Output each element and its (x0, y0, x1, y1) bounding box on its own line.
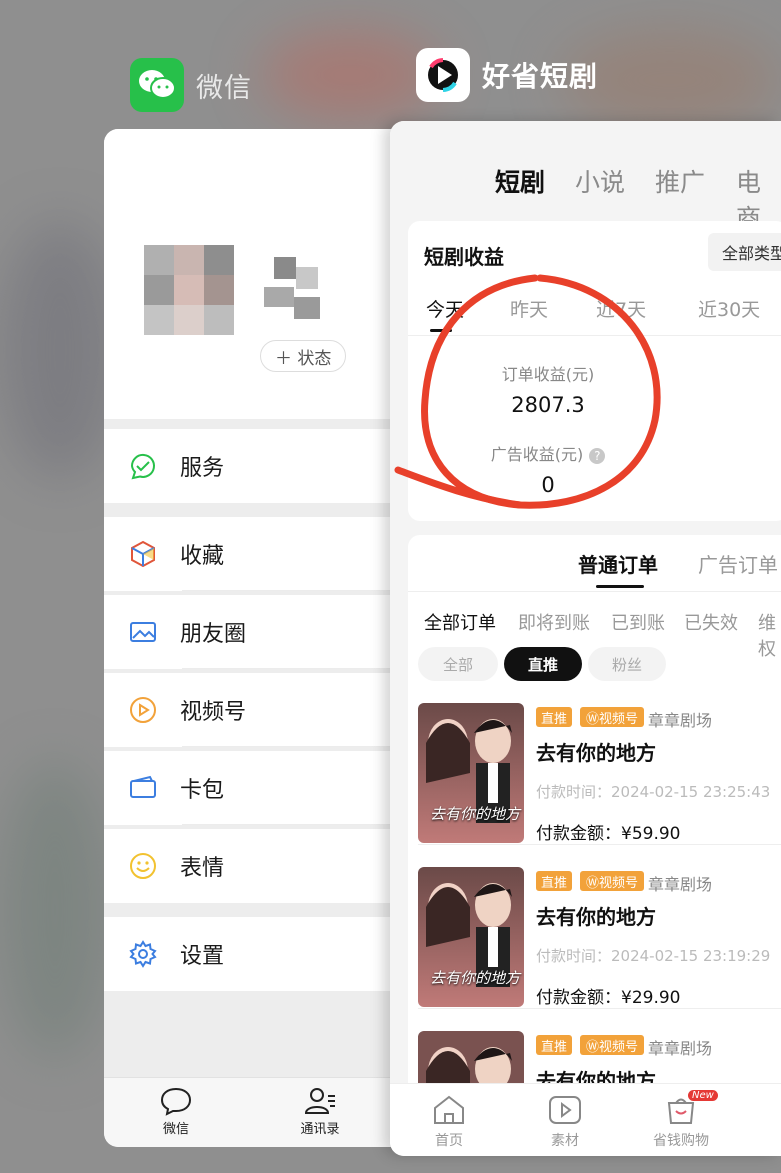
tab-promotion[interactable]: 推广 (655, 163, 705, 199)
pill-direct[interactable]: 直推 (504, 647, 582, 681)
order-tab-indicator (596, 585, 644, 588)
material-play-icon (549, 1096, 581, 1124)
divider (408, 335, 781, 336)
wechat-tabbar: 微信 通讯录 (104, 1077, 404, 1147)
nickname-pixelated (264, 257, 334, 327)
gear-icon (126, 937, 160, 971)
play-logo-icon (416, 48, 470, 102)
order-income-label: 订单收益(元) (501, 365, 595, 384)
menu-item-channels[interactable]: 视频号 (104, 673, 404, 747)
tab-normal-orders[interactable]: 普通订单 (578, 549, 658, 578)
chat-bubble-icon (160, 1087, 192, 1116)
pay-amount: 付款金额：¥29.90 (536, 988, 681, 1008)
top-tabs: 短剧 小说 推广 电商 (390, 121, 781, 233)
card-wallet-icon (126, 771, 160, 805)
drama-title: 去有你的地方 (536, 741, 656, 765)
type-filter-button[interactable]: 全部类型 (708, 233, 781, 271)
menu-item-stickers[interactable]: 表情 (104, 829, 404, 903)
tab-material[interactable]: 素材 (520, 1094, 610, 1150)
help-icon[interactable]: ? (589, 447, 606, 464)
favorites-cube-icon (126, 537, 160, 571)
ad-income-label: 广告收益(元)? (408, 441, 688, 465)
contacts-icon (304, 1088, 335, 1114)
tab-contacts[interactable]: 通讯录 (280, 1086, 360, 1137)
drama-poster: 去有你的地方 (418, 703, 524, 843)
order-item[interactable]: 去有你的地方 直推 Ⓦ 视频号 章章剧场 去有你的地方 付款时间：2024-02-… (408, 859, 781, 1009)
wechat-switcher-header[interactable]: 微信 (130, 58, 252, 112)
pay-amount: 付款金额：¥59.90 (536, 824, 681, 844)
drama-poster: 去有你的地方 (418, 867, 524, 1007)
background-blur (260, 30, 440, 120)
poster-title: 去有你的地方 (430, 969, 521, 987)
filter-all-orders[interactable]: 全部订单 (424, 609, 496, 635)
menu-item-service[interactable]: 服务 (104, 429, 404, 503)
smiley-icon (126, 849, 160, 883)
filter-rights[interactable]: 维权 (758, 609, 781, 661)
service-icon (126, 449, 160, 483)
background-blur (0, 220, 120, 480)
channels-play-icon (126, 693, 160, 727)
pay-time: 付款时间：2024-02-15 23:25:43 (536, 783, 771, 801)
direct-badge: 直推 (536, 871, 573, 891)
tab-short-drama[interactable]: 短剧 (495, 163, 545, 199)
filter-credited[interactable]: 已到账 (611, 609, 665, 635)
menu-item-card-wallet[interactable]: 卡包 (104, 751, 404, 825)
channel-icon: Ⓦ (586, 1039, 600, 1055)
haosheng-app-card[interactable]: 短剧 小说 推广 电商 短剧收益 全部类型 今天 昨天 近7天 近30天 订单收… (390, 121, 781, 1156)
earnings-card: 短剧收益 全部类型 今天 昨天 近7天 近30天 订单收益(元) 2807.3 … (408, 221, 781, 521)
moments-image-icon (126, 615, 160, 649)
tab-chats[interactable]: 微信 (136, 1086, 216, 1137)
wechat-logo-icon (130, 58, 184, 112)
period-30days[interactable]: 近30天 (698, 295, 760, 322)
app-name: 好省短剧 (482, 60, 599, 93)
earnings-title: 短剧收益 (424, 245, 504, 269)
background-blur (0, 760, 110, 1060)
menu-item-moments[interactable]: 朋友圈 (104, 595, 404, 669)
channel-icon: Ⓦ (586, 875, 600, 891)
avatar (144, 245, 234, 335)
channel-badge: Ⓦ 视频号 (580, 707, 645, 727)
channel-icon: Ⓦ (586, 711, 600, 727)
tab-novel[interactable]: 小说 (575, 163, 625, 199)
menu-item-favorites[interactable]: 收藏 (104, 517, 404, 591)
pill-all[interactable]: 全部 (418, 647, 498, 681)
order-source: 章章剧场 (648, 875, 713, 894)
period-today[interactable]: 今天 (426, 295, 464, 322)
period-7days[interactable]: 近7天 (596, 295, 646, 322)
menu-item-settings[interactable]: 设置 (104, 917, 404, 991)
haosheng-tabbar: 首页 素材 New 省钱购物 (390, 1083, 781, 1156)
drama-title: 去有你的地方 (536, 905, 656, 929)
home-icon (434, 1095, 464, 1124)
period-indicator (430, 329, 452, 332)
divider (408, 591, 781, 592)
haosheng-switcher-header[interactable]: 好省短剧 (416, 48, 598, 102)
filter-pending[interactable]: 即将到账 (518, 609, 590, 635)
order-item[interactable]: 去有你的地方 直推 Ⓦ 视频号 章章剧场 去有你的地方 付款时间：2024-02-… (408, 695, 781, 845)
pill-fans[interactable]: 粉丝 (588, 647, 666, 681)
wechat-app-card[interactable]: ＋ 状态 服务 收藏 朋友圈 视频号 卡包 表情 设置 微信 通讯录 (104, 129, 404, 1147)
channel-badge: Ⓦ 视频号 (580, 871, 645, 891)
filter-expired[interactable]: 已失效 (684, 609, 738, 635)
order-source: 章章剧场 (648, 711, 713, 730)
direct-badge: 直推 (536, 1035, 573, 1055)
pay-time: 付款时间：2024-02-15 23:19:29 (536, 947, 771, 965)
order-source: 章章剧场 (648, 1039, 713, 1058)
app-name: 微信 (196, 72, 252, 104)
new-badge: New (688, 1090, 718, 1101)
ad-income-value: 0 (541, 473, 555, 497)
channel-badge: Ⓦ 视频号 (580, 1035, 645, 1055)
poster-title: 去有你的地方 (430, 805, 521, 823)
direct-badge: 直推 (536, 707, 573, 727)
tab-shopping[interactable]: New 省钱购物 (636, 1090, 726, 1150)
tab-home[interactable]: 首页 (404, 1094, 494, 1150)
period-yesterday[interactable]: 昨天 (510, 295, 548, 322)
add-status-button[interactable]: ＋ 状态 (260, 340, 347, 372)
order-income-value: 2807.3 (511, 393, 585, 417)
profile-section: ＋ 状态 (104, 129, 404, 419)
orders-card: 普通订单 广告订单 全部订单 即将到账 已到账 已失效 维权 全部 直推 粉丝 … (408, 535, 781, 1156)
tab-ad-orders[interactable]: 广告订单 (698, 549, 778, 578)
